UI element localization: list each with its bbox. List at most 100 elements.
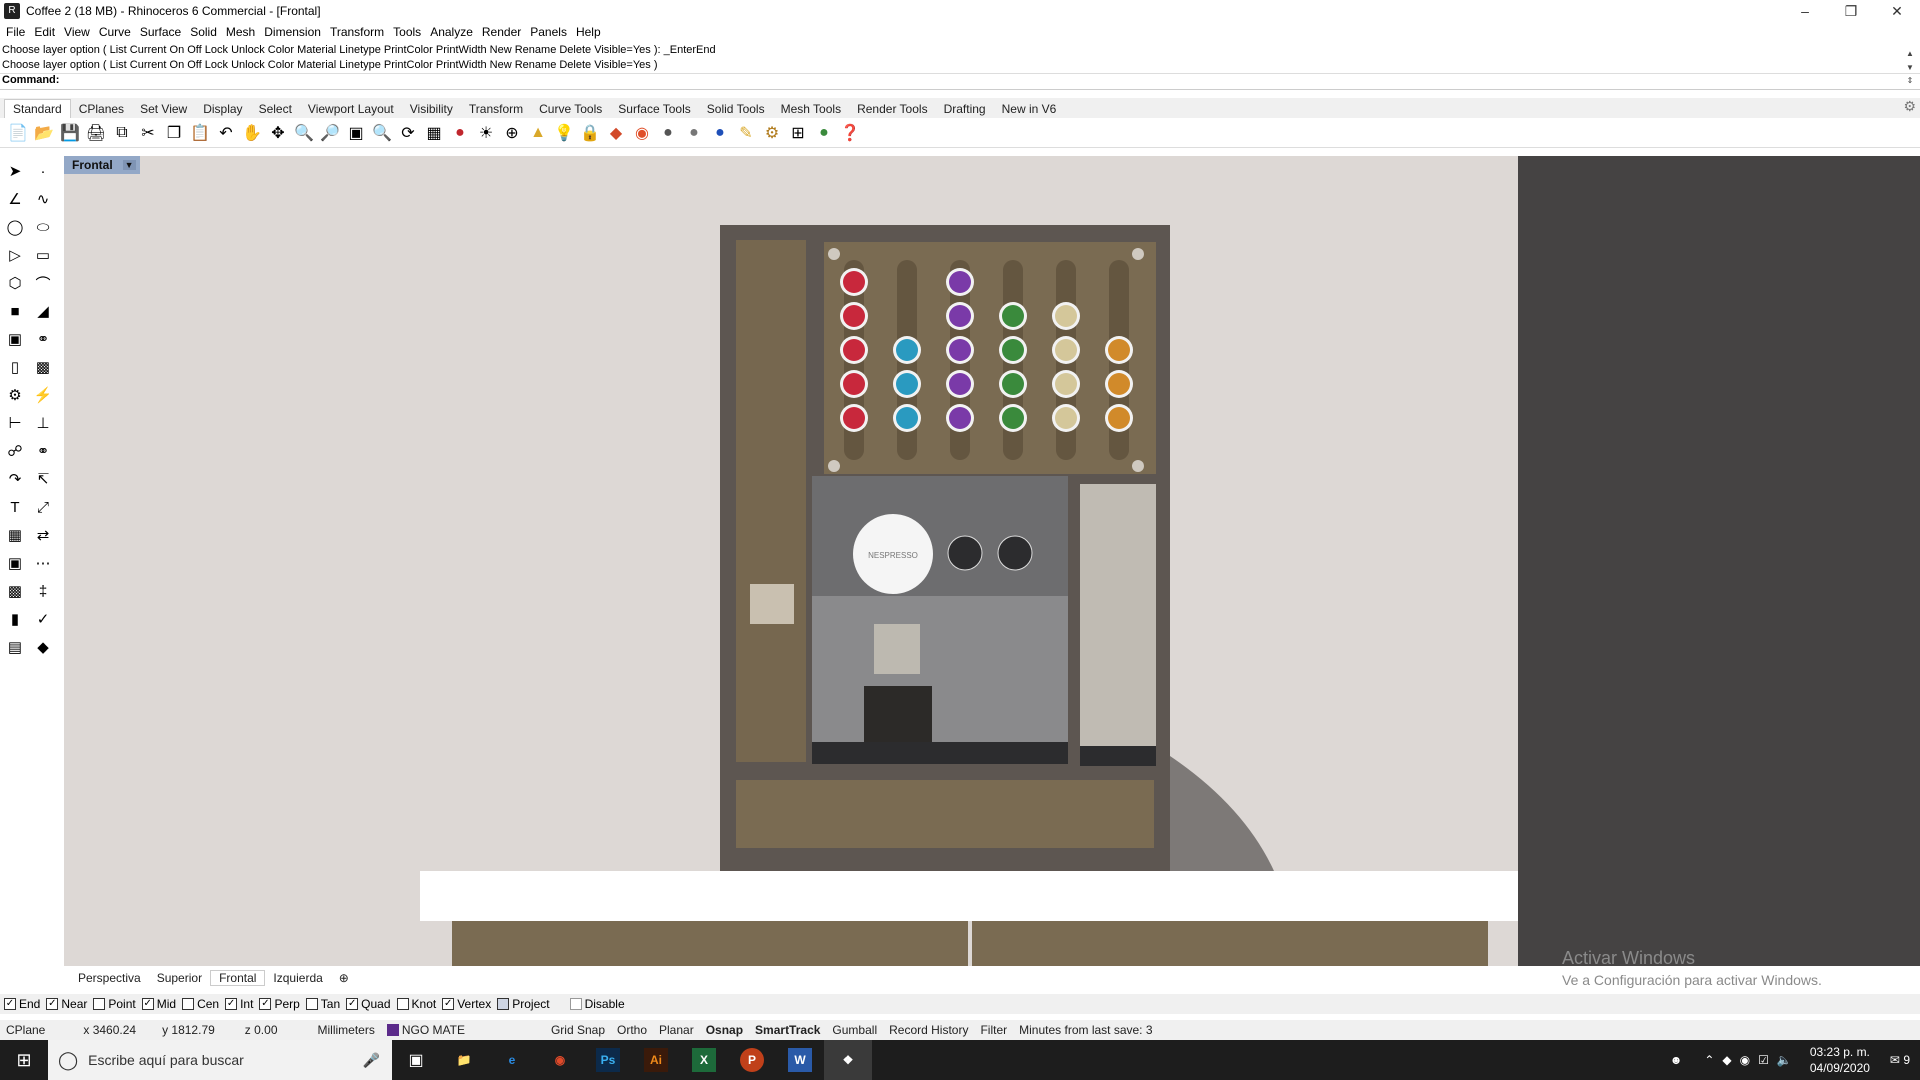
powerpoint-icon[interactable]: P (728, 1040, 776, 1080)
microphone-icon[interactable]: 🎤 (363, 1052, 380, 1069)
checkbox-icon[interactable]: ✓ (346, 998, 359, 1010)
checkbox-icon[interactable]: ✓ (259, 998, 272, 1010)
open-icon[interactable]: 📂 (32, 121, 56, 145)
save-icon[interactable]: 💾 (58, 121, 82, 145)
properties-icon[interactable]: ▲ (526, 121, 550, 145)
polygon-icon[interactable]: ⬡ (4, 272, 26, 294)
tab-mesh-tools[interactable]: Mesh Tools (773, 100, 849, 118)
close-button[interactable]: ✕ (1874, 0, 1920, 22)
rhino-app-icon[interactable]: R (4, 3, 20, 19)
command-line[interactable]: Command: ⇕ (0, 74, 1920, 90)
boolean-icon[interactable]: ⚭ (32, 328, 54, 350)
status-units[interactable]: Millimeters (312, 1023, 381, 1037)
polyline-icon[interactable]: ∠ (4, 188, 26, 210)
viewport-title[interactable]: Frontal ▼ (64, 156, 140, 174)
notification-icon[interactable]: ✉ 9 (1890, 1053, 1910, 1067)
flashlight-icon[interactable]: ✎ (734, 121, 758, 145)
join-icon[interactable]: ↸ (32, 468, 54, 490)
menu-file[interactable]: File (6, 25, 33, 39)
status-planar[interactable]: Planar (653, 1023, 700, 1037)
mesh-icon[interactable]: ▩ (32, 356, 54, 378)
osnap-disable[interactable]: Disable (569, 997, 625, 1011)
tab-cplanes[interactable]: CPlanes (71, 100, 132, 118)
checkbox-icon[interactable] (182, 998, 195, 1010)
status-grid-snap[interactable]: Grid Snap (545, 1023, 611, 1037)
checkbox-icon[interactable] (396, 998, 409, 1010)
material-tool-icon[interactable]: ◆ (32, 636, 54, 658)
mirror-icon[interactable]: ⇄ (32, 524, 54, 546)
tab-solid-tools[interactable]: Solid Tools (699, 100, 773, 118)
checkbox-icon[interactable]: ✓ (141, 998, 154, 1010)
plugin-icon[interactable]: ● (812, 121, 836, 145)
chrome-icon[interactable]: ◉ (536, 1040, 584, 1080)
checkbox-icon[interactable] (569, 998, 582, 1010)
tray-security-icon[interactable]: ☑ (1758, 1053, 1769, 1067)
menu-surface[interactable]: Surface (140, 25, 189, 39)
osnap-project[interactable]: Project (497, 997, 550, 1011)
surface-icon[interactable]: ■ (4, 300, 26, 322)
zoom-extents-icon[interactable]: ▣ (344, 121, 368, 145)
fillet-icon[interactable]: ⌒ (32, 272, 54, 294)
render-sphere-icon[interactable]: ● (682, 121, 706, 145)
four-view-icon[interactable]: ▦ (422, 121, 446, 145)
tab-new-in-v6[interactable]: New in V6 (994, 100, 1065, 118)
tab-transform[interactable]: Transform (461, 100, 531, 118)
file-explorer-icon[interactable]: 📁 (440, 1040, 488, 1080)
menu-help[interactable]: Help (576, 25, 609, 39)
osnap-vertex[interactable]: ✓ Vertex (442, 997, 491, 1011)
copy-icon[interactable]: ❐ (162, 121, 186, 145)
taskbar-search[interactable]: ◯ Escribe aquí para buscar 🎤 (48, 1040, 392, 1080)
paste-icon[interactable]: 📋 (188, 121, 212, 145)
box-icon[interactable]: ▣ (4, 328, 26, 350)
menu-analyze[interactable]: Analyze (430, 25, 481, 39)
help-icon[interactable]: ❓ (838, 121, 862, 145)
status-osnap[interactable]: Osnap (700, 1023, 749, 1037)
new-icon[interactable]: 📄 (6, 121, 30, 145)
bulb-icon[interactable]: 💡 (552, 121, 576, 145)
osnap-end[interactable]: ✓ End (4, 997, 40, 1011)
menu-solid[interactable]: Solid (190, 25, 225, 39)
cylinder-icon[interactable]: ▯ (4, 356, 26, 378)
edge-icon[interactable]: e (488, 1040, 536, 1080)
tab-standard[interactable]: Standard (4, 99, 71, 118)
menu-render[interactable]: Render (482, 25, 529, 39)
tab-viewport-layout[interactable]: Viewport Layout (300, 100, 402, 118)
curve-icon[interactable]: ∿ (32, 188, 54, 210)
add-viewport-icon[interactable]: ⊕ (331, 971, 357, 985)
options-icon[interactable]: ⚙ (760, 121, 784, 145)
tab-superior[interactable]: Superior (149, 971, 210, 985)
command-spin-icon[interactable]: ⇕ (1904, 76, 1916, 85)
ellipse-icon[interactable]: ⬭ (32, 216, 54, 238)
osnap-mid[interactable]: ✓ Mid (141, 997, 176, 1011)
menu-view[interactable]: View (64, 25, 98, 39)
car-icon[interactable]: ● (448, 121, 472, 145)
osnap-near[interactable]: ✓ Near (46, 997, 87, 1011)
osnap-cen[interactable]: Cen (182, 997, 219, 1011)
light-icon[interactable]: ☀ (474, 121, 498, 145)
grid-array-icon[interactable]: ▩ (4, 580, 26, 602)
rectangle-icon[interactable]: ▭ (32, 244, 54, 266)
status-gumball[interactable]: Gumball (826, 1023, 883, 1037)
cut-icon[interactable]: ✂ (136, 121, 160, 145)
status-ortho[interactable]: Ortho (611, 1023, 653, 1037)
checkbox-icon[interactable] (93, 998, 106, 1010)
menu-mesh[interactable]: Mesh (226, 25, 263, 39)
chevron-down-icon[interactable]: ▼ (122, 160, 136, 170)
viewport-frontal[interactable]: NESPRESSO (64, 156, 1518, 966)
scale-icon[interactable]: ⤢ (32, 496, 54, 518)
tab-drafting[interactable]: Drafting (936, 100, 994, 118)
tab-select[interactable]: Select (251, 100, 300, 118)
analyze-icon[interactable]: ☍ (4, 440, 26, 462)
osnap-quad[interactable]: ✓ Quad (346, 997, 391, 1011)
import-icon[interactable]: ⧉ (110, 121, 134, 145)
zoom-window-icon[interactable]: 🔎 (318, 121, 342, 145)
dash-icon[interactable]: ⋯ (32, 552, 54, 574)
trim-icon[interactable]: ⚭ (32, 440, 54, 462)
point-icon[interactable]: · (32, 160, 54, 182)
render-tool-icon[interactable]: ▤ (4, 636, 26, 658)
osnap-point[interactable]: Point (93, 997, 136, 1011)
checkbox-icon[interactable] (305, 998, 318, 1010)
checkbox-icon[interactable]: ✓ (442, 998, 455, 1010)
tab-perspectiva[interactable]: Perspectiva (70, 971, 149, 985)
word-icon[interactable]: W (776, 1040, 824, 1080)
